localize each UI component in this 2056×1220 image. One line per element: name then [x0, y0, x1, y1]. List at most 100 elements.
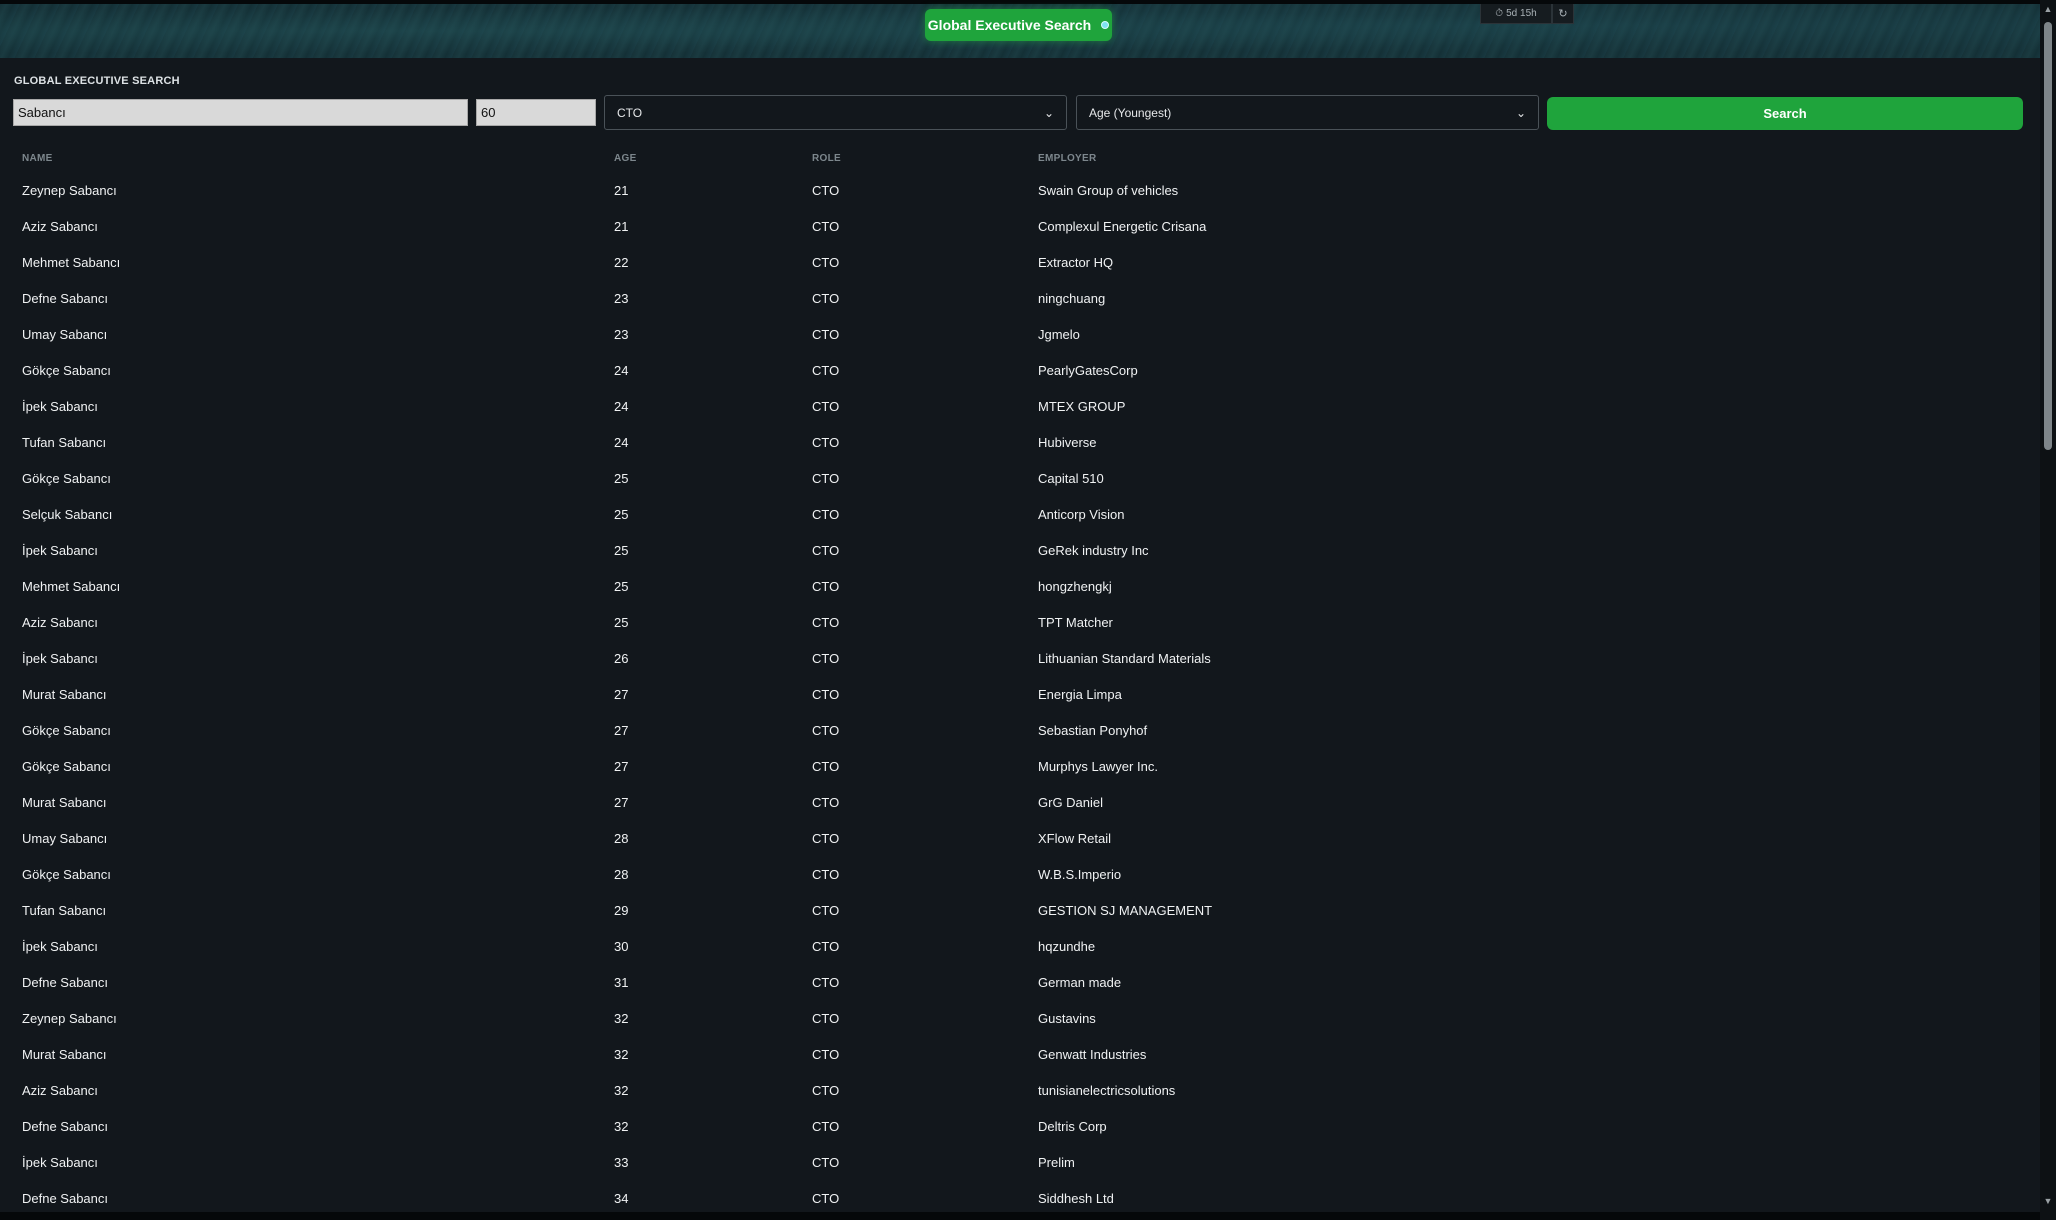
table-row[interactable]: Murat Sabancı 27 CTO GrG Daniel [0, 784, 2040, 820]
column-header-role[interactable]: ROLE [812, 144, 841, 172]
cell-employer: Capital 510 [1038, 470, 1104, 486]
table-row[interactable]: İpek Sabancı 33 CTO Prelim [0, 1144, 2040, 1180]
table-row[interactable]: Defne Sabancı 23 CTO ningchuang [0, 280, 2040, 316]
table-row[interactable]: Gökçe Sabancı 25 CTO Capital 510 [0, 460, 2040, 496]
cell-employer: Energia Limpa [1038, 686, 1122, 702]
table-row[interactable]: Defne Sabancı 31 CTO German made [0, 964, 2040, 1000]
table-row[interactable]: Gökçe Sabancı 27 CTO Sebastian Ponyhof [0, 712, 2040, 748]
cell-name: Gökçe Sabancı [22, 866, 111, 882]
cell-name: İpek Sabancı [22, 1154, 98, 1170]
cell-age: 21 [614, 218, 629, 234]
cell-role: CTO [812, 938, 840, 954]
cell-name: Murat Sabancı [22, 1046, 107, 1062]
cell-employer: XFlow Retail [1038, 830, 1111, 846]
table-row[interactable]: İpek Sabancı 26 CTO Lithuanian Standard Mat… [0, 640, 2040, 676]
role-select[interactable]: CTO ⌄ [604, 95, 1067, 130]
scroll-up-arrow-icon[interactable]: ▲ [2043, 4, 2053, 14]
cell-name: Gökçe Sabancı [22, 758, 111, 774]
table-row[interactable]: Aziz Sabancı 32 CTO tunisianelectricsolutio… [0, 1072, 2040, 1108]
table-row[interactable]: Mehmet Sabancı 22 CTO Extractor HQ [0, 244, 2040, 280]
cell-employer: Murphys Lawyer Inc. [1038, 758, 1158, 774]
timer-badge: ⏱ 5d 15h [1480, 4, 1552, 24]
cell-age: 22 [614, 254, 629, 270]
cell-age: 34 [614, 1190, 629, 1206]
cell-name: Mehmet Sabancı [22, 254, 121, 270]
table-row[interactable]: Aziz Sabancı 21 CTO Complexul Energetic Cri… [0, 208, 2040, 244]
scrollbar-thumb[interactable] [2044, 22, 2052, 450]
cell-name: İpek Sabancı [22, 398, 98, 414]
cell-age: 31 [614, 974, 629, 990]
cell-role: CTO [812, 182, 840, 198]
cell-name: Tufan Sabancı [22, 902, 107, 918]
cell-role: CTO [812, 506, 840, 522]
app-title-pill[interactable]: Global Executive Search [925, 9, 1112, 41]
cell-employer: Complexul Energetic Crisana [1038, 218, 1207, 234]
search-button[interactable]: Search [1547, 97, 2023, 130]
cell-employer: Gustavins [1038, 1010, 1096, 1026]
cell-employer: GESTION SJ MANAGEMENT [1038, 902, 1213, 918]
cell-name: Defne Sabancı [22, 1190, 109, 1206]
table-row[interactable]: İpek Sabancı 30 CTO hqzundhe [0, 928, 2040, 964]
cell-name: Aziz Sabancı [22, 1082, 98, 1098]
table-row[interactable]: Murat Sabancı 27 CTO Energia Limpa [0, 676, 2040, 712]
cell-role: CTO [812, 434, 840, 450]
cell-name: Selçuk Sabancı [22, 506, 113, 522]
table-row[interactable]: Mehmet Sabancı 25 CTO hongzhengkj [0, 568, 2040, 604]
cell-age: 27 [614, 794, 629, 810]
status-dot-icon [1101, 21, 1110, 29]
column-header-employer[interactable]: EMPLOYER [1038, 144, 1097, 172]
table-row[interactable]: Umay Sabancı 28 CTO XFlow Retail [0, 820, 2040, 856]
cell-employer: Sebastian Ponyhof [1038, 722, 1148, 738]
refresh-icon[interactable]: ↻ [1552, 4, 1574, 24]
cell-role: CTO [812, 1190, 840, 1206]
cell-employer: Swain Group of vehicles [1038, 182, 1179, 198]
cell-employer: ningchuang [1038, 290, 1106, 306]
cell-role: CTO [812, 290, 840, 306]
table-row[interactable]: Gökçe Sabancı 27 CTO Murphys Lawyer Inc. [0, 748, 2040, 784]
table-row[interactable]: Zeynep Sabancı 21 CTO Swain Group of vehicl… [0, 172, 2040, 208]
table-row[interactable]: Defne Sabancı 32 CTO Deltris Corp [0, 1108, 2040, 1144]
cell-name: İpek Sabancı [22, 938, 98, 954]
cell-name: Umay Sabancı [22, 830, 108, 846]
cell-employer: German made [1038, 974, 1122, 990]
chevron-down-icon: ⌄ [1515, 105, 1526, 120]
cell-age: 33 [614, 1154, 629, 1170]
table-row[interactable]: Tufan Sabancı 24 CTO Hubiverse [0, 424, 2040, 460]
table-row[interactable]: Tufan Sabancı 29 CTO GESTION SJ MANAGEMENT [0, 892, 2040, 928]
table-row[interactable]: İpek Sabancı 24 CTO MTEX GROUP [0, 388, 2040, 424]
cell-employer: TPT Matcher [1038, 614, 1113, 630]
scroll-down-arrow-icon[interactable]: ▼ [2043, 1196, 2053, 1206]
cell-name: Tufan Sabancı [22, 434, 107, 450]
table-row[interactable]: Gökçe Sabancı 28 CTO W.B.S.Imperio [0, 856, 2040, 892]
cell-employer: Deltris Corp [1038, 1118, 1107, 1134]
table-row[interactable]: Umay Sabancı 23 CTO Jgmelo [0, 316, 2040, 352]
cell-age: 24 [614, 434, 629, 450]
cell-role: CTO [812, 650, 840, 666]
header-banner: Global Executive Search ⏱ 5d 15h ↻ [0, 4, 2040, 58]
cell-name: Gökçe Sabancı [22, 722, 111, 738]
cell-role: CTO [812, 758, 840, 774]
cell-age: 25 [614, 578, 629, 594]
name-search-input[interactable] [13, 99, 468, 126]
cell-role: CTO [812, 470, 840, 486]
cell-employer: Lithuanian Standard Materials [1038, 650, 1211, 666]
table-row[interactable]: İpek Sabancı 25 CTO GeRek industry Inc [0, 532, 2040, 568]
age-input[interactable] [476, 99, 596, 126]
cell-name: Murat Sabancı [22, 686, 107, 702]
column-header-name[interactable]: NAME [22, 144, 53, 172]
column-header-age[interactable]: AGE [614, 144, 637, 172]
sort-select[interactable]: Age (Youngest) ⌄ [1076, 95, 1539, 130]
table-row[interactable]: Zeynep Sabancı 32 CTO Gustavins [0, 1000, 2040, 1036]
cell-employer: GeRek industry Inc [1038, 542, 1149, 558]
cell-employer: Jgmelo [1038, 326, 1080, 342]
cell-age: 28 [614, 830, 629, 846]
table-row[interactable]: Murat Sabancı 32 CTO Genwatt Industries [0, 1036, 2040, 1072]
cell-role: CTO [812, 1046, 840, 1062]
table-row[interactable]: Selçuk Sabancı 25 CTO Anticorp Vision [0, 496, 2040, 532]
vertical-scrollbar[interactable]: ▲ ▼ [2040, 0, 2056, 1220]
table-row[interactable]: Aziz Sabancı 25 CTO TPT Matcher [0, 604, 2040, 640]
cell-name: Zeynep Sabancı [22, 182, 117, 198]
table-row[interactable]: Defne Sabancı 34 CTO Siddhesh Ltd [0, 1180, 2040, 1216]
cell-role: CTO [812, 542, 840, 558]
table-row[interactable]: Gökçe Sabancı 24 CTO PearlyGatesCorp [0, 352, 2040, 388]
